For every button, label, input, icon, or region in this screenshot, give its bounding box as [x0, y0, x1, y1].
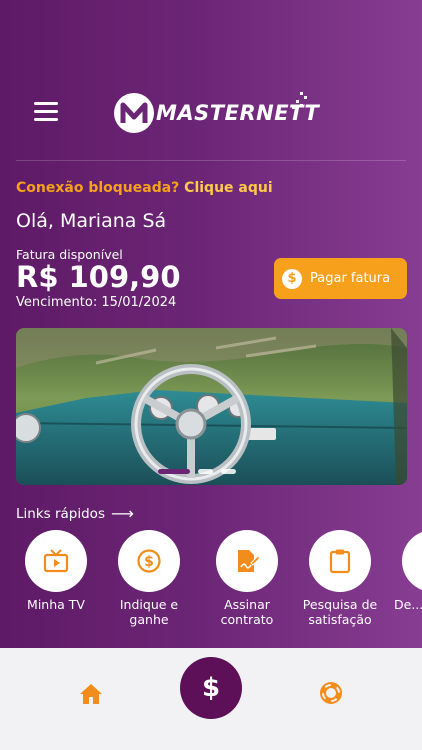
home-icon[interactable] [78, 682, 104, 710]
quick-link-label: Minha TV [27, 597, 85, 612]
quick-link-partial[interactable]: De... a... [384, 530, 422, 612]
brand-logo: MASTERNETT [114, 92, 319, 134]
logo-mark [114, 93, 154, 133]
dollar-circle-icon: $ [118, 530, 180, 592]
quick-link-assinar-contrato[interactable]: Assinar contrato [197, 530, 297, 627]
invoice-amount: R$ 109,90 [16, 260, 181, 294]
header-divider [16, 160, 406, 161]
dollar-coin-icon: $ [282, 268, 302, 289]
dollar-icon[interactable]: $ [180, 657, 242, 719]
quick-link-pesquisa-de-satisfacao[interactable]: Pesquisa de satisfação [290, 530, 390, 627]
logo-pixels [290, 92, 308, 112]
invoice-due-date: Vencimento: 15/01/2024 [16, 295, 177, 310]
promo-banner[interactable] [16, 328, 407, 485]
partial-icon [402, 530, 422, 592]
quick-link-label: Assinar contrato [220, 597, 274, 627]
pay-invoice-label: Pagar fatura [310, 271, 391, 286]
quick-link-label: Indique e ganhe [119, 597, 179, 627]
lifebuoy-icon[interactable] [318, 680, 344, 710]
hero-panel: MASTERNETT Conexão bloqueada? Clique aqu… [0, 0, 422, 648]
center-nav-label: $ [201, 673, 221, 703]
greeting-text: Olá, Mariana Sá [16, 210, 167, 232]
arrow-right-icon: ⟶ [110, 504, 134, 523]
quick-link-indique-e-ganhe[interactable]: $ Indique e ganhe [99, 530, 199, 627]
tv-icon [25, 530, 87, 592]
quick-link-minha-tv[interactable]: Minha TV [6, 530, 106, 612]
quick-link-label: Pesquisa de satisfação [302, 597, 378, 627]
svg-text:$: $ [144, 554, 154, 570]
carousel-dot-3[interactable] [221, 469, 236, 474]
car-steering-wheel-photo [16, 328, 407, 485]
blocked-question: Conexão bloqueada? [16, 180, 180, 196]
clipboard-icon [309, 530, 371, 592]
click-here-link[interactable]: Clique aqui [184, 180, 272, 196]
carousel-indicators [158, 469, 236, 474]
carousel-dot-1[interactable] [158, 469, 190, 474]
hamburger-menu-icon[interactable] [34, 102, 58, 122]
sign-document-icon [216, 530, 278, 592]
quick-links-title[interactable]: Links rápidos ⟶ [16, 504, 134, 523]
blocked-connection-alert: Conexão bloqueada? Clique aqui [16, 180, 273, 196]
quick-links-label: Links rápidos [16, 505, 105, 522]
quick-link-label: De... a... [394, 597, 422, 612]
carousel-dot-2[interactable] [198, 469, 213, 474]
pay-invoice-button[interactable]: $ Pagar fatura [274, 258, 407, 299]
